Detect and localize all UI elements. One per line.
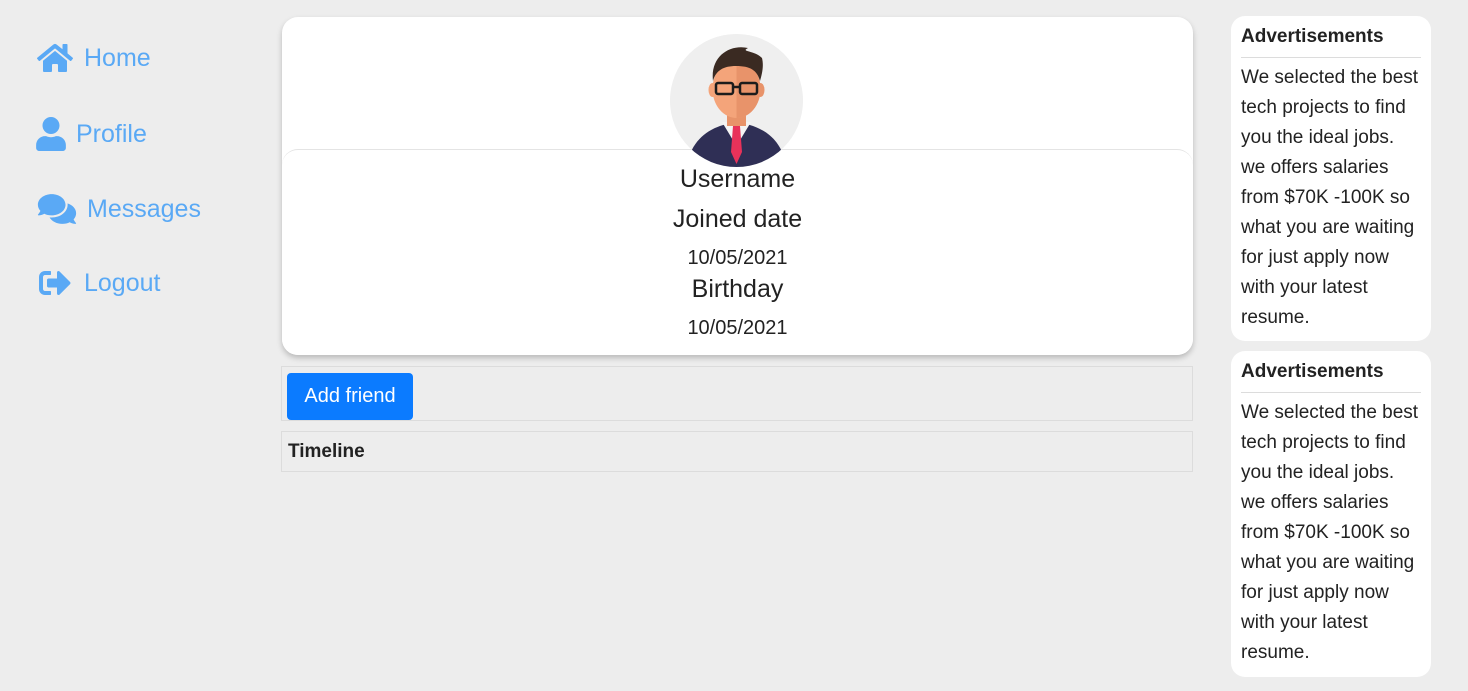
- sidebar-item-messages[interactable]: Messages: [36, 192, 201, 226]
- profile-card: Username Joined date 10/05/2021 Birthday…: [282, 17, 1193, 355]
- user-avatar-icon: [670, 34, 803, 167]
- sidebar-item-label: Profile: [76, 119, 147, 148]
- advertisement-body: We selected the best tech projects to fi…: [1241, 402, 1419, 663]
- sidebar-item-label: Logout: [84, 268, 161, 297]
- comments-icon: [36, 192, 78, 226]
- sidebar: Home Profile Messages Logout: [0, 0, 260, 691]
- advertisement-body: We selected the best tech projects to fi…: [1241, 67, 1419, 328]
- profile-username: Username: [679, 165, 796, 193]
- add-friend-button[interactable]: Add friend: [287, 373, 413, 420]
- advertisement-card: Advertisements We selected the best tech…: [1231, 16, 1431, 341]
- birthday-value: 10/05/2021: [687, 317, 788, 339]
- advertisement-title: Advertisements: [1241, 26, 1421, 58]
- profile-avatar: [670, 34, 803, 167]
- timeline-title: Timeline: [288, 441, 365, 462]
- sidebar-item-label: Messages: [87, 194, 201, 223]
- joined-date-value: 10/05/2021: [687, 247, 788, 269]
- sidebar-item-logout[interactable]: Logout: [36, 267, 160, 299]
- sidebar-item-profile[interactable]: Profile: [36, 117, 147, 151]
- advertisement-title: Advertisements: [1241, 361, 1421, 393]
- sidebar-item-label: Home: [84, 43, 151, 72]
- user-icon: [36, 117, 66, 151]
- advertisement-card: Advertisements We selected the best tech…: [1231, 351, 1431, 677]
- sidebar-item-home[interactable]: Home: [36, 42, 151, 74]
- home-icon: [36, 42, 74, 74]
- joined-date-label: Joined date: [672, 205, 803, 233]
- birthday-label: Birthday: [691, 275, 784, 303]
- profile-actions-bar: Add friend: [281, 366, 1193, 421]
- timeline-section: Timeline: [281, 431, 1193, 472]
- sign-out-icon: [36, 267, 74, 299]
